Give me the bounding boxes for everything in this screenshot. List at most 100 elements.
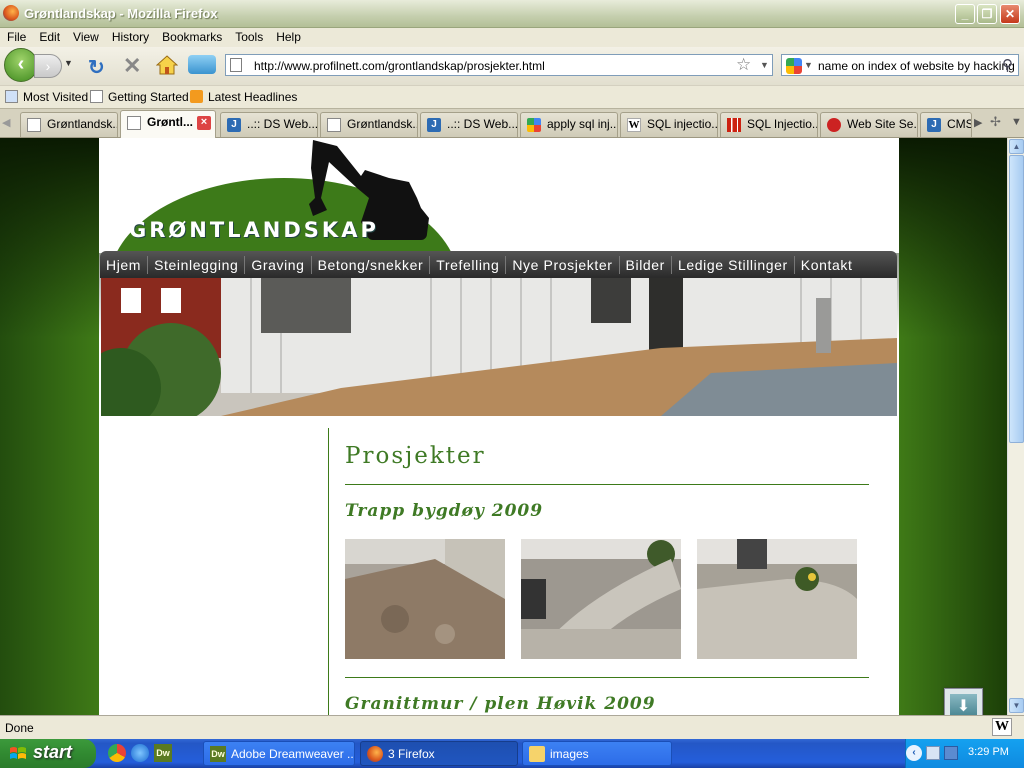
close-tab-icon[interactable]: × [197,116,211,130]
project-photo[interactable] [697,539,857,659]
task-label: images [550,747,589,761]
site-nav-steinlegging[interactable]: Steinlegging [148,255,246,274]
site-nav-bilder[interactable]: Bilder [620,255,672,274]
bookmark-getting-started[interactable]: Getting Started [108,90,189,104]
bookmark-most-visited[interactable]: Most Visited [23,90,88,104]
windows-logo-icon [10,747,26,759]
search-input[interactable]: name on index of website by hacking [818,59,1015,73]
tray-expand-icon[interactable]: ‹ [906,745,922,761]
bookmark-star-icon[interactable]: ☆ [736,55,751,75]
chrome-icon[interactable] [108,744,126,762]
site-header: GRØNTLANDSKAP [99,138,899,328]
tab-label: Grøntlandsk... [347,117,418,131]
taskbar-firefox[interactable]: 3 Firefox [360,741,518,766]
site-nav-nye-prosjekter[interactable]: Nye Prosjekter [506,255,620,274]
firefox-icon [367,746,383,762]
page-title: Prosjekter [345,443,486,469]
close-button[interactable]: ✕ [1000,4,1020,24]
tab[interactable]: Grøntlandsk... [20,112,118,137]
vertical-scrollbar[interactable]: ▲ ▼ [1007,138,1024,715]
firefox-icon [3,5,19,21]
stop-icon[interactable]: ✕ [123,53,141,79]
scroll-up-icon[interactable]: ▲ [1009,139,1024,154]
display-icon[interactable] [944,746,958,760]
sql-icon [727,118,741,132]
tab-active[interactable]: Grøntl... × [120,110,216,138]
network-icon[interactable] [926,746,940,760]
search-engine-dropdown-icon[interactable]: ▼ [804,60,813,70]
internet-explorer-icon[interactable] [131,744,149,762]
divider [345,484,869,485]
search-box[interactable]: ▼ name on index of website by hacking ⚲ [781,54,1019,76]
home-icon[interactable] [156,55,178,75]
menu-file[interactable]: File [0,28,32,44]
web-content: GRØNTLANDSKAP Hjem Steinlegging Graving … [0,138,1007,715]
site-nav-hjem[interactable]: Hjem [100,255,149,274]
clock: 3:29 PM [968,746,1009,758]
menu-help[interactable]: Help [269,28,307,44]
tab[interactable]: J CMS [920,112,972,137]
tab-label: SQL Injectio... [747,117,818,131]
back-button[interactable]: ‹ [4,48,38,82]
folder-icon [529,746,545,762]
tab[interactable]: apply sql inj... [520,112,618,137]
url-text[interactable]: http://www.profilnett.com/grontlandskap/… [254,59,545,73]
system-tray: ‹ 3:29 PM [905,739,1024,768]
tab[interactable]: W SQL injectio... [620,112,718,137]
page-icon [127,116,141,130]
tab-label: CMS [947,117,972,131]
project-photo[interactable] [521,539,681,659]
menu-history[interactable]: History [105,28,155,44]
ds-icon: J [427,118,441,132]
tab[interactable]: Grøntlandsk... [320,112,418,137]
menu-edit[interactable]: Edit [32,28,66,44]
getting-started-icon [90,90,103,103]
wikipedia-addon-icon[interactable]: W [992,718,1012,736]
google-icon[interactable] [786,58,802,74]
scroll-down-icon[interactable]: ▼ [1009,698,1024,713]
minimize-button[interactable]: _ [955,4,975,24]
divider [345,677,869,678]
tab[interactable]: SQL Injectio... [720,112,818,137]
url-dropdown-icon[interactable]: ▼ [760,60,769,70]
address-bar[interactable]: http://www.profilnett.com/grontlandskap/… [225,54,773,76]
tab[interactable]: J ..:: DS Web... [420,112,518,137]
new-tab-icon[interactable]: ✢ [990,114,1001,130]
site-logo[interactable]: GRØNTLANDSKAP [129,218,379,242]
window-title: Grøntlandskap - Mozilla Firefox [24,6,218,21]
tab[interactable]: J ..:: DS Web... [220,112,318,137]
ds-icon: J [227,118,241,132]
site-nav-betong[interactable]: Betong/snekker [312,255,431,274]
ds-icon: J [927,118,941,132]
dreamweaver-icon[interactable]: Dw [154,744,172,762]
taskbar-dreamweaver[interactable]: Dw Adobe Dreamweaver ... [203,741,355,766]
page-icon [230,58,242,72]
maximize-button[interactable]: ❐ [977,4,997,24]
scroll-thumb[interactable] [1009,155,1024,443]
search-icon[interactable]: ⚲ [1002,56,1013,74]
tab-scroll-right-icon[interactable]: ▶ [974,116,982,129]
tab[interactable]: Web Site Se... [820,112,918,137]
reload-icon[interactable]: ↻ [88,55,105,80]
rss-icon [190,90,203,103]
dreamweaver-icon: Dw [210,746,226,762]
forward-button[interactable]: › [34,54,62,78]
tab-groups-icon[interactable] [188,55,216,74]
taskbar-images-folder[interactable]: images [522,741,672,766]
site-nav-ledige-stillinger[interactable]: Ledige Stillinger [672,255,795,274]
tab-label: Web Site Se... [847,117,918,131]
menu-tools[interactable]: Tools [228,28,269,44]
tab-list-icon[interactable]: ▼ [1011,116,1022,128]
tab-label: ..:: DS Web... [447,117,518,131]
site-nav-trefelling[interactable]: Trefelling [430,255,507,274]
site-nav-graving[interactable]: Graving [245,255,312,274]
project-photo[interactable] [345,539,505,659]
bookmark-latest-headlines[interactable]: Latest Headlines [208,90,297,104]
history-dropdown-icon[interactable]: ▼ [64,58,73,68]
status-bar: Done W [0,715,1024,739]
tab-scroll-left-icon[interactable]: ◀ [2,116,10,129]
menu-bookmarks[interactable]: Bookmarks [155,28,228,44]
site-nav-kontakt[interactable]: Kontakt [795,256,859,274]
section-title: Trapp bygdøy 2009 [345,501,544,521]
menu-view[interactable]: View [66,28,105,44]
